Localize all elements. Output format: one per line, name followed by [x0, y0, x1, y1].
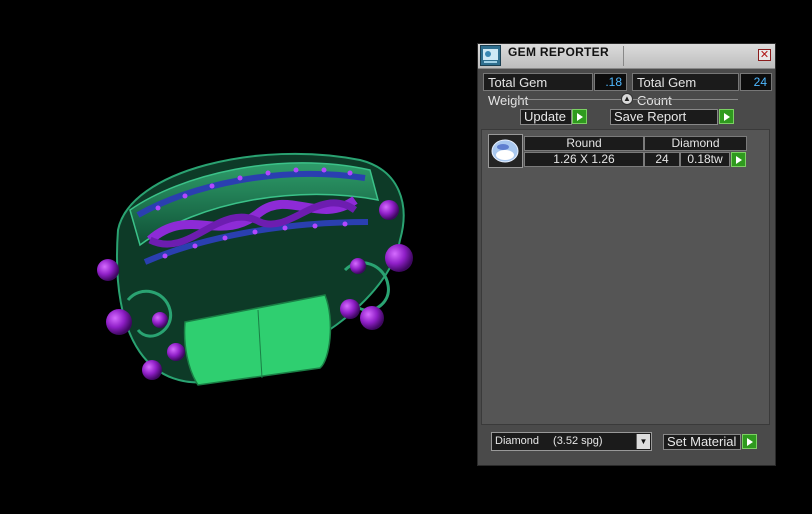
gem-material-cell: Diamond	[644, 136, 747, 151]
title-separator	[623, 46, 624, 66]
gem-reporter-app-icon	[480, 45, 501, 66]
gem-weight-cell: 0.18tw	[680, 152, 730, 167]
collapse-arrow-icon[interactable]: ▲	[621, 93, 633, 105]
update-play-icon[interactable]	[572, 109, 587, 124]
set-material-play-icon[interactable]	[742, 434, 757, 449]
total-gem-weight-label: Total Gem Weight	[483, 73, 593, 108]
total-gem-count-label: Total Gem Count	[632, 73, 739, 108]
round-gem-icon	[488, 134, 523, 168]
material-select[interactable]: Diamond (3.52 spg) ▼	[491, 432, 652, 451]
material-select-name: Diamond	[495, 435, 540, 447]
panel-title: GEM REPORTER	[508, 45, 609, 59]
gem-count-cell: 24	[644, 152, 680, 167]
gem-size-cell: 1.26 X 1.26	[524, 152, 644, 167]
save-report-play-icon[interactable]	[719, 109, 734, 124]
chevron-down-icon[interactable]: ▼	[636, 434, 650, 449]
gem-reporter-panel: GEM REPORTER ✕ Total Gem Weight .18 Tota…	[477, 43, 776, 466]
update-button[interactable]: Update	[520, 109, 572, 125]
material-select-spg: (3.52 spg)	[553, 435, 603, 447]
save-report-button[interactable]: Save Report	[610, 109, 718, 125]
gem-shape-cell: Round	[524, 136, 644, 151]
total-gem-weight-value: .18	[594, 73, 627, 91]
gem-row-select-icon[interactable]	[731, 152, 746, 167]
close-button[interactable]: ✕	[758, 49, 771, 61]
set-material-button[interactable]: Set Material	[663, 434, 741, 450]
gem-report-list[interactable]: Round Diamond 1.26 X 1.26 24 0.18tw	[481, 129, 770, 425]
total-gem-count-value: 24	[740, 73, 772, 91]
title-bar[interactable]: GEM REPORTER ✕	[478, 44, 775, 69]
